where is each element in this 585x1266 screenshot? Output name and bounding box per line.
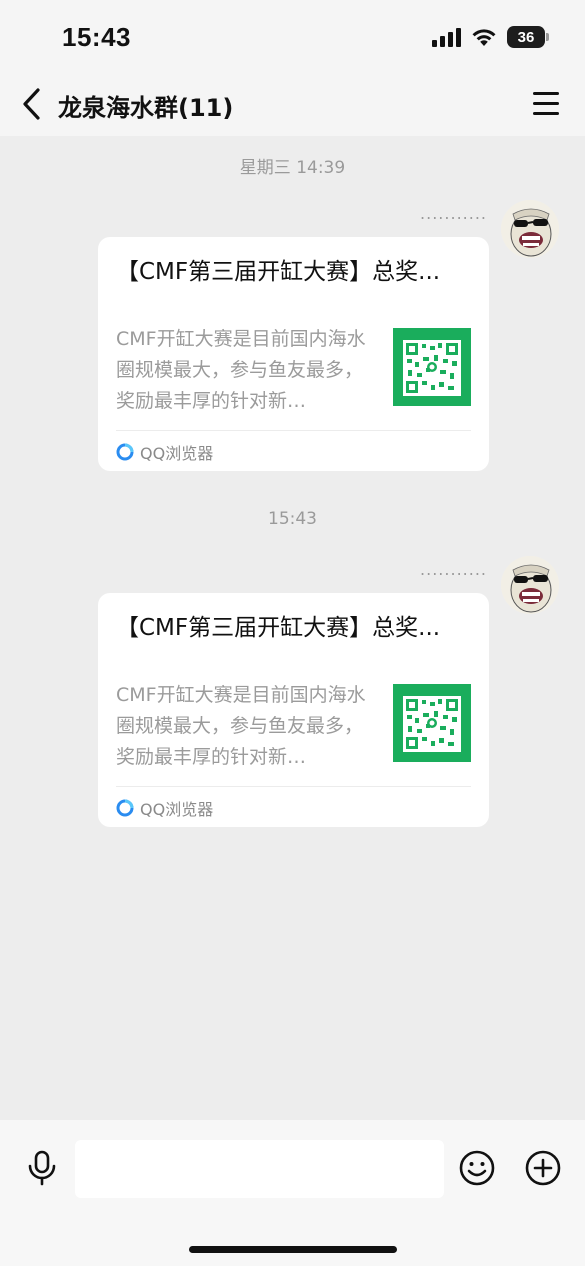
card-divider: [116, 430, 471, 431]
link-card[interactable]: 【CMF第三届开缸大赛】总奖... CMF开缸大赛是目前国内海水圈规模最大，参与…: [98, 593, 489, 827]
plus-circle-icon: [525, 1150, 561, 1186]
hamburger-menu-icon: [533, 92, 559, 115]
qq-browser-icon: [116, 799, 134, 817]
home-indicator: [189, 1246, 397, 1253]
qr-code-thumbnail: [393, 684, 471, 762]
card-title: 【CMF第三届开缸大赛】总奖...: [116, 259, 441, 285]
sender-name: ...........: [420, 560, 487, 579]
battery-icon: 36: [507, 26, 549, 48]
avatar[interactable]: [501, 556, 559, 614]
message-timestamp: 星期三 14:39: [239, 158, 346, 178]
microphone-icon: [28, 1150, 56, 1186]
more-options-button[interactable]: [524, 1149, 562, 1187]
qr-code-icon: [393, 328, 471, 406]
card-divider: [116, 786, 471, 787]
back-button[interactable]: [18, 86, 48, 122]
chat-title: 龙泉海水群(11): [58, 94, 234, 122]
menu-button[interactable]: [533, 92, 559, 116]
nav-bar: 龙泉海水群(11): [0, 72, 585, 136]
qr-code-thumbnail: [393, 328, 471, 406]
input-bar: [0, 1120, 585, 1266]
status-bar: 15:43 36: [0, 0, 585, 72]
avatar-image: [501, 556, 559, 614]
card-source: QQ浏览器: [116, 440, 213, 464]
status-time: 15:43: [62, 22, 131, 52]
sender-name: ...........: [420, 204, 487, 223]
wifi-icon: [472, 29, 496, 46]
card-source-label: QQ浏览器: [140, 444, 214, 463]
message-timestamp: 15:43: [268, 509, 317, 529]
card-title: 【CMF第三届开缸大赛】总奖...: [116, 615, 441, 641]
status-icons: 36: [432, 26, 549, 48]
back-chevron-icon: [23, 88, 40, 120]
emoji-button[interactable]: [458, 1149, 496, 1187]
card-source-label: QQ浏览器: [140, 800, 214, 819]
avatar-image: [501, 200, 559, 258]
avatar[interactable]: [501, 200, 559, 258]
qr-code-icon: [393, 684, 471, 762]
card-description: CMF开缸大赛是目前国内海水圈规模最大，参与鱼友最多，奖励最丰厚的针对新…: [116, 684, 366, 768]
qq-browser-icon: [116, 443, 134, 461]
message-input[interactable]: [75, 1140, 444, 1198]
card-description: CMF开缸大赛是目前国内海水圈规模最大，参与鱼友最多，奖励最丰厚的针对新…: [116, 328, 366, 412]
card-source: QQ浏览器: [116, 796, 213, 820]
emoji-smile-icon: [459, 1150, 495, 1186]
link-card[interactable]: 【CMF第三届开缸大赛】总奖... CMF开缸大赛是目前国内海水圈规模最大，参与…: [98, 237, 489, 471]
cellular-signal-icon: [432, 27, 461, 47]
voice-input-button[interactable]: [26, 1150, 58, 1186]
